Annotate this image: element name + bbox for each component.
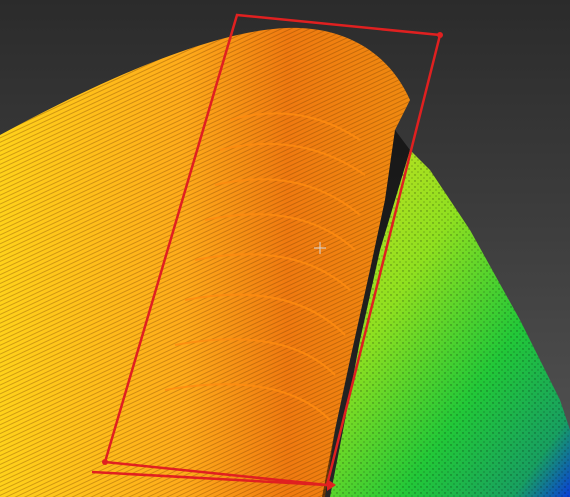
- selection-handle-top-right[interactable]: [437, 32, 443, 38]
- point-cloud-scene[interactable]: [0, 0, 570, 497]
- point-cloud-viewport[interactable]: [0, 0, 570, 497]
- selection-handle-bottom-left[interactable]: [102, 459, 108, 465]
